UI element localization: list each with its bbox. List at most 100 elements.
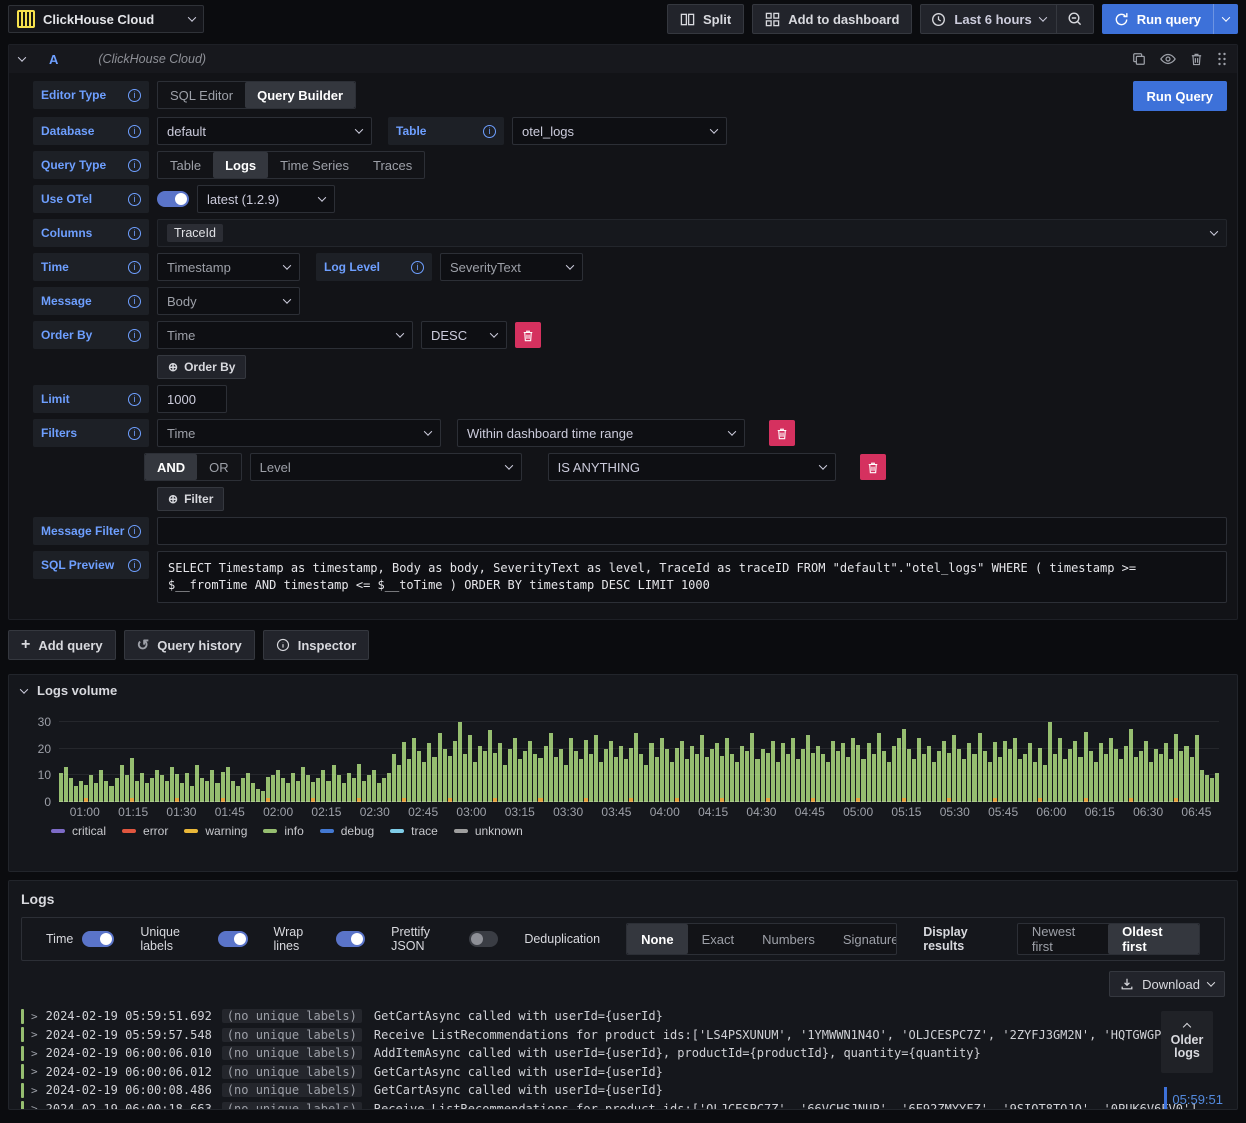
log-row[interactable]: >2024-02-19 05:59:51.692 (no unique label… xyxy=(21,1007,1225,1026)
log-volume-bar[interactable] xyxy=(498,743,503,802)
log-volume-bar[interactable] xyxy=(1118,759,1123,802)
info-icon[interactable] xyxy=(128,524,141,538)
log-volume-bar[interactable] xyxy=(225,767,230,802)
query-history-button[interactable]: ↺ Query history xyxy=(123,630,255,660)
log-volume-bar[interactable] xyxy=(654,756,659,802)
log-volume-bar[interactable] xyxy=(639,754,644,802)
info-icon[interactable] xyxy=(128,124,141,138)
log-volume-bar[interactable] xyxy=(1103,754,1108,802)
message-column-select[interactable]: Body xyxy=(157,287,300,315)
order-by-field-select[interactable]: Time xyxy=(157,321,413,349)
logs-volume-chart[interactable]: 0 10 20 30 xyxy=(38,714,1219,809)
log-volume-bar[interactable] xyxy=(755,759,760,802)
log-volume-bar[interactable] xyxy=(1043,764,1048,802)
log-volume-bar[interactable] xyxy=(942,740,947,802)
log-volume-bar[interactable] xyxy=(467,735,472,802)
log-volume-bar[interactable] xyxy=(200,778,205,802)
log-volume-bar[interactable] xyxy=(775,762,780,802)
log-volume-bar[interactable] xyxy=(452,740,457,802)
info-icon[interactable] xyxy=(128,328,141,342)
log-volume-bar[interactable] xyxy=(291,772,296,802)
log-volume-bar[interactable] xyxy=(417,751,422,802)
log-volume-bar[interactable] xyxy=(129,758,134,802)
log-volume-bar[interactable] xyxy=(735,762,740,802)
log-volume-bar[interactable] xyxy=(1164,743,1169,802)
log-row[interactable]: >2024-02-19 05:59:57.548 (no unique label… xyxy=(21,1026,1225,1045)
log-volume-bar[interactable] xyxy=(886,762,891,802)
logs-option[interactable]: Logs xyxy=(213,152,269,178)
log-volume-bar[interactable] xyxy=(397,764,402,802)
log-volume-bar[interactable] xyxy=(982,751,987,802)
log-volume-bar[interactable] xyxy=(1179,751,1184,802)
info-icon[interactable] xyxy=(128,260,141,274)
log-volume-bar[interactable] xyxy=(518,759,523,802)
log-volume-bar[interactable] xyxy=(185,772,190,802)
log-volume-bar[interactable] xyxy=(841,743,846,802)
log-volume-bar[interactable] xyxy=(972,754,977,802)
log-volume-bar[interactable] xyxy=(286,783,291,802)
query-builder-option[interactable]: Query Builder xyxy=(245,82,356,108)
info-icon[interactable] xyxy=(128,88,141,102)
log-volume-bar[interactable] xyxy=(937,751,942,802)
time-series-option[interactable]: Time Series xyxy=(268,152,361,178)
log-volume-bar[interactable] xyxy=(149,778,154,802)
log-volume-bar[interactable] xyxy=(614,756,619,802)
log-volume-bar[interactable] xyxy=(861,759,866,802)
add-query-button[interactable]: + Add query xyxy=(8,630,116,660)
log-volume-bar[interactable] xyxy=(745,751,750,802)
log-volume-bar[interactable] xyxy=(866,743,871,802)
log-volume-bar[interactable] xyxy=(538,758,543,802)
info-icon[interactable] xyxy=(128,294,141,308)
remove-sub-filter-button[interactable] xyxy=(859,454,886,480)
legend-item-unknown[interactable]: unknown xyxy=(453,824,523,838)
log-volume-bar[interactable] xyxy=(1033,762,1038,802)
log-volume-bar[interactable] xyxy=(533,754,538,802)
oldest-first-option[interactable]: Oldest first xyxy=(1108,924,1199,954)
signature-option[interactable]: Signature xyxy=(829,924,896,954)
run-query-button[interactable]: Run query xyxy=(1102,4,1213,34)
expand-log-icon[interactable]: > xyxy=(31,1028,38,1041)
log-volume-bar[interactable] xyxy=(306,775,311,802)
traces-option[interactable]: Traces xyxy=(361,152,424,178)
or-option[interactable]: OR xyxy=(197,454,241,480)
log-volume-bar[interactable] xyxy=(1128,729,1133,802)
log-volume-bar[interactable] xyxy=(331,764,336,802)
log-volume-bar[interactable] xyxy=(341,783,346,802)
log-volume-bar[interactable] xyxy=(523,751,528,802)
log-volume-bar[interactable] xyxy=(422,762,427,802)
log-volume-bar[interactable] xyxy=(180,783,185,802)
log-volume-bar[interactable] xyxy=(826,762,831,802)
log-volume-bar[interactable] xyxy=(583,739,588,802)
log-volume-bar[interactable] xyxy=(296,780,301,802)
log-volume-bar[interactable] xyxy=(1174,734,1179,802)
log-volume-bar[interactable] xyxy=(376,783,381,802)
drag-handle-icon[interactable] xyxy=(1217,52,1227,66)
log-volume-bar[interactable] xyxy=(144,783,149,802)
log-volume-bar[interactable] xyxy=(649,743,654,802)
log-volume-bar[interactable] xyxy=(159,775,164,802)
log-volume-bar[interactable] xyxy=(992,742,997,802)
numbers-option[interactable]: Numbers xyxy=(748,924,829,954)
log-volume-bar[interactable] xyxy=(64,767,69,802)
log-volume-bar[interactable] xyxy=(962,759,967,802)
log-volume-bar[interactable] xyxy=(1063,759,1068,802)
log-volume-bar[interactable] xyxy=(1078,756,1083,802)
log-volume-bar[interactable] xyxy=(634,732,639,802)
log-volume-bar[interactable] xyxy=(245,772,250,802)
log-volume-bar[interactable] xyxy=(876,732,881,802)
log-volume-bar[interactable] xyxy=(255,788,260,802)
older-logs-button[interactable]: Older logs xyxy=(1161,1011,1213,1073)
log-row[interactable]: >2024-02-19 06:00:06.010 (no unique label… xyxy=(21,1044,1225,1063)
time-range-picker[interactable]: Last 6 hours xyxy=(921,5,1055,33)
expand-log-icon[interactable]: > xyxy=(31,1102,38,1109)
log-volume-bar[interactable] xyxy=(190,786,195,802)
time-column-select[interactable]: Timestamp xyxy=(157,253,300,281)
log-volume-bar[interactable] xyxy=(684,759,689,802)
log-volume-bar[interactable] xyxy=(351,778,356,802)
log-volume-bar[interactable] xyxy=(770,740,775,802)
log-volume-bar[interactable] xyxy=(69,778,74,802)
log-volume-bar[interactable] xyxy=(765,753,770,802)
log-volume-bar[interactable] xyxy=(836,751,841,802)
log-volume-bar[interactable] xyxy=(175,774,180,802)
log-volume-bar[interactable] xyxy=(1149,762,1154,802)
